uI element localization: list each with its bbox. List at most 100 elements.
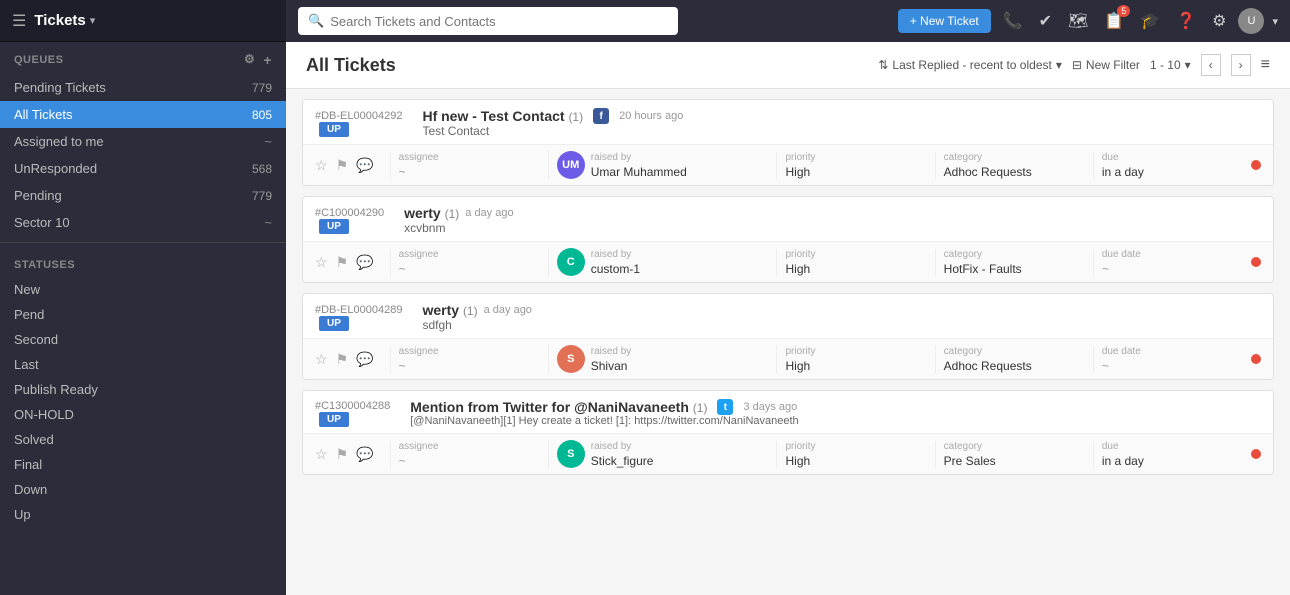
help-icon-button[interactable]: ❓ [1172, 7, 1200, 35]
flag-button[interactable]: ⚑ [336, 254, 349, 271]
flag-button[interactable]: ⚑ [336, 157, 349, 174]
status-item-up[interactable]: Up [0, 502, 286, 527]
ticket-time: 3 days ago [743, 401, 797, 413]
raised-by-label: raised by [591, 441, 654, 452]
meta-actions: ☆ ⚑ 💬 [315, 446, 374, 463]
ticket-id: #C100004290 [315, 207, 384, 219]
ticket-info: werty (1) a day ago xcvbnm [404, 205, 1261, 235]
sidebar-item-pending[interactable]: Pending 779 [0, 182, 286, 209]
sidebar-item-label: Assigned to me [14, 134, 104, 149]
comment-button[interactable]: 💬 [356, 446, 373, 463]
raised-by-field: C raised by custom-1 [548, 248, 777, 276]
sidebar: ☰ Tickets ▾ QUEUES ⚙ + Pending Tickets 7… [0, 0, 286, 595]
sidebar-item-unresponded[interactable]: UnResponded 568 [0, 155, 286, 182]
status-item-new[interactable]: New [0, 277, 286, 302]
priority-indicator [1251, 257, 1261, 267]
sidebar-item-all-tickets[interactable]: All Tickets 805 [0, 101, 286, 128]
twitter-icon: t [717, 399, 733, 415]
priority-label: priority [785, 346, 926, 357]
priority-value: High [785, 359, 926, 373]
settings-icon-button[interactable]: ⚙ [1208, 7, 1230, 35]
ticket-title-row: werty (1) a day ago [404, 205, 1261, 221]
star-button[interactable]: ☆ [315, 446, 328, 463]
ticket-id: #DB-EL00004292 [315, 110, 402, 122]
ticket-header: #C100004290 UP werty (1) a day ago xcvbn… [303, 197, 1273, 241]
assignee-value: ~ [399, 454, 540, 468]
main-topbar: 🔍 + New Ticket 📞 ✔ 🗺 📋 5 🎓 ❓ ⚙ U ▾ [286, 0, 1290, 42]
status-item-on-hold[interactable]: ON-HOLD [0, 402, 286, 427]
filter-button[interactable]: ⊟ New Filter [1072, 58, 1140, 72]
new-ticket-button[interactable]: + New Ticket [898, 9, 991, 33]
status-item-pend[interactable]: Pend [0, 302, 286, 327]
flag-button[interactable]: ⚑ [336, 351, 349, 368]
ticket-subtitle: sdfgh [422, 318, 1261, 332]
check-icon-button[interactable]: ✔ [1035, 7, 1056, 35]
comment-button[interactable]: 💬 [356, 157, 373, 174]
raised-by-info: raised by custom-1 [591, 249, 640, 276]
phone-icon-button[interactable]: 📞 [999, 7, 1027, 35]
hat-icon-button[interactable]: 🎓 [1136, 7, 1164, 35]
ticket-id: #DB-EL00004289 [315, 304, 402, 316]
search-input[interactable] [330, 14, 668, 29]
status-item-second[interactable]: Second [0, 327, 286, 352]
queues-section-header: QUEUES ⚙ + [0, 42, 286, 74]
comment-button[interactable]: 💬 [356, 351, 373, 368]
avatar: S [557, 345, 585, 373]
gear-icon[interactable]: ⚙ [244, 52, 255, 68]
ticket-header: #C1300004288 UP Mention from Twitter for… [303, 391, 1273, 433]
app-topbar: ☰ Tickets ▾ [0, 0, 286, 42]
sidebar-divider [0, 242, 286, 243]
status-item-solved[interactable]: Solved [0, 427, 286, 452]
map-icon-button[interactable]: 🗺 [1064, 7, 1092, 35]
status-item-final[interactable]: Final [0, 452, 286, 477]
assignee-value: ~ [399, 165, 540, 179]
sidebar-item-label: UnResponded [14, 161, 97, 176]
search-bar[interactable]: 🔍 [298, 7, 678, 35]
status-item-last[interactable]: Last [0, 352, 286, 377]
sort-button[interactable]: ⇅ Last Replied - recent to oldest ▾ [878, 58, 1062, 72]
assignee-label: assignee [399, 249, 540, 260]
sidebar-item-sector10[interactable]: Sector 10 ~ [0, 209, 286, 236]
sidebar-item-assigned-to-me[interactable]: Assigned to me ~ [0, 128, 286, 155]
star-button[interactable]: ☆ [315, 254, 328, 271]
add-queue-icon[interactable]: + [263, 52, 272, 68]
status-item-publish-ready[interactable]: Publish Ready [0, 377, 286, 402]
raised-by-label: raised by [591, 249, 640, 260]
ticket-card: #DB-EL00004289 UP werty (1) a day ago sd… [302, 293, 1274, 380]
assignee-field: assignee ~ [390, 152, 548, 179]
ticket-header: #DB-EL00004292 UP Hf new - Test Contact … [303, 100, 1273, 144]
notification-icon-button[interactable]: 📋 5 [1100, 7, 1128, 35]
priority-value: High [785, 262, 926, 276]
due-field: due in a day [1093, 441, 1251, 468]
priority-value: High [785, 165, 926, 179]
raised-by-value: Stick_figure [591, 454, 654, 468]
avatar[interactable]: U [1238, 8, 1264, 34]
next-page-button[interactable]: › [1231, 54, 1251, 76]
priority-indicator [1251, 160, 1261, 170]
comment-button[interactable]: 💬 [356, 254, 373, 271]
star-button[interactable]: ☆ [315, 157, 328, 174]
category-value: Adhoc Requests [944, 359, 1085, 373]
sidebar-item-pending-tickets[interactable]: Pending Tickets 779 [0, 74, 286, 101]
sidebar-item-count: ~ [264, 134, 272, 149]
ticket-id: #C1300004288 [315, 400, 390, 412]
status-item-down[interactable]: Down [0, 477, 286, 502]
assignee-value: ~ [399, 359, 540, 373]
flag-button[interactable]: ⚑ [336, 446, 349, 463]
sidebar-item-count: ~ [264, 215, 272, 230]
ticket-title: werty (1) [404, 205, 459, 221]
chevron-down-icon[interactable]: ▾ [1272, 15, 1278, 28]
list-menu-button[interactable]: ≡ [1261, 56, 1270, 74]
ticket-card: #DB-EL00004292 UP Hf new - Test Contact … [302, 99, 1274, 186]
assignee-value: ~ [399, 262, 540, 276]
sort-label: Last Replied - recent to oldest [892, 58, 1051, 72]
raised-by-field: S raised by Stick_figure [548, 440, 777, 468]
facebook-icon: f [593, 108, 609, 124]
assignee-field: assignee ~ [390, 249, 548, 276]
assignee-label: assignee [399, 441, 540, 452]
prev-page-button[interactable]: ‹ [1201, 54, 1221, 76]
sort-chevron-icon: ▾ [1056, 58, 1062, 72]
star-button[interactable]: ☆ [315, 351, 328, 368]
ticket-header: #DB-EL00004289 UP werty (1) a day ago sd… [303, 294, 1273, 338]
ticket-meta: ☆ ⚑ 💬 assignee ~ S raised by Shivan pri [303, 338, 1273, 379]
